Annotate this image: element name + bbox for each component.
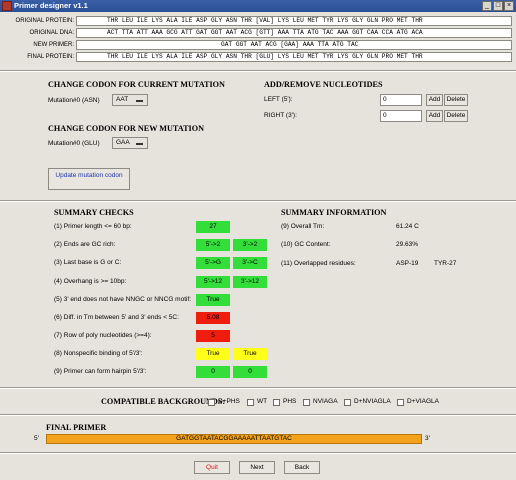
check-cell: 5'->12 (196, 276, 230, 288)
background-label: D+NVIAGLA (354, 398, 391, 405)
divider (0, 452, 516, 454)
original-dna-field[interactable]: ACT TTA ATT AAA GCG ATT GAT GGT AAT ACG … (76, 28, 512, 38)
check-cell: 5 (196, 330, 230, 342)
new-primer-label: NEW PRIMER: (33, 42, 74, 48)
check-cell: 3'->2 (233, 239, 267, 251)
new-primer-field[interactable]: GAT GGT AAT ACG [GAA] AAA TTA ATG TAC (76, 40, 512, 50)
final-protein-field[interactable]: THR LEU ILE LYS ALA ILE ASP GLY ASN THR … (76, 52, 512, 62)
next-button[interactable]: Next (239, 461, 275, 474)
right-delete-button[interactable]: Delete (444, 110, 468, 122)
left-nucleotides-input[interactable]: 0 (380, 94, 422, 106)
left-delete-button[interactable]: Delete (444, 94, 468, 106)
sequence-panel: ORIGINAL PROTEIN: THR LEU ILE LYS ALA IL… (0, 13, 516, 67)
minimize-button[interactable]: _ (482, 1, 492, 11)
dropdown-icon (136, 100, 143, 102)
info-value: 29.63% (396, 241, 419, 248)
current-mutation-label: Mutation#0 (ASN) (48, 97, 100, 104)
info-label: (10) GC Content: (281, 241, 331, 248)
check-cell: 5'->G (196, 257, 230, 269)
current-codon-value: AAT (116, 96, 129, 103)
info-value: ASP-19 (396, 260, 419, 267)
background-label: NVIAGA (313, 398, 338, 405)
right-add-button[interactable]: Add (426, 110, 443, 122)
original-protein-field[interactable]: THR LEU ILE LYS ALA ILE ASP GLY ASN THR … (76, 16, 512, 26)
background-label: D+PHS (218, 398, 240, 405)
final-protein-label: FINAL PROTEIN: (27, 54, 74, 60)
check-cell: 0 (233, 366, 267, 378)
nucleotides-heading: ADD/REMOVE NUCLEOTIDES (264, 80, 383, 89)
info-value: 61.24 C (396, 223, 419, 230)
divider (0, 414, 516, 416)
new-codon-select[interactable]: GAA (112, 137, 148, 149)
background-checkbox[interactable] (344, 399, 351, 406)
background-checkbox[interactable] (397, 399, 404, 406)
background-label: WT (257, 398, 268, 405)
app-icon (2, 1, 12, 11)
divider (0, 387, 516, 389)
background-checkbox[interactable] (273, 399, 280, 406)
update-mutation-codon-button[interactable]: Update mutation codon (48, 168, 130, 190)
maximize-button[interactable]: □ (493, 1, 503, 11)
final-primer-heading: FINAL PRIMER (46, 423, 107, 432)
check-cell: 3'->12 (233, 276, 267, 288)
current-codon-select[interactable]: AAT (112, 94, 148, 106)
check-label: (7) Row of poly nucleotides (>=4): (54, 332, 152, 339)
primer-five-prime-label: 5' (34, 435, 39, 442)
check-cell: True (233, 348, 267, 360)
divider (0, 70, 516, 72)
check-label: (3) Last base is G or C: (54, 259, 122, 266)
original-dna-label: ORIGINAL DNA: (29, 30, 74, 36)
new-mutation-label: Mutation#0 (GLU) (48, 140, 100, 147)
quit-button[interactable]: Quit (194, 461, 230, 474)
background-checkbox[interactable] (303, 399, 310, 406)
check-label: (8) Nonspecific binding of 5'/3': (54, 350, 143, 357)
new-mutation-heading: CHANGE CODON FOR NEW MUTATION (48, 124, 205, 133)
left-label: LEFT (5'): (264, 96, 293, 103)
check-label: (1) Primer length <= 60 bp: (54, 223, 132, 230)
check-label: (2) Ends are GC rich: (54, 241, 116, 248)
info-label: (9) Overall Tm: (281, 223, 325, 230)
summary-info-heading: SUMMARY INFORMATION (281, 208, 387, 217)
summary-checks-heading: SUMMARY CHECKS (54, 208, 134, 217)
divider (0, 200, 516, 202)
window-title: Primer designer v1.1 (14, 1, 88, 10)
info-label: (11) Overlapped residues: (281, 260, 356, 267)
check-cell: True (196, 348, 230, 360)
background-label: D+VIAGLA (407, 398, 439, 405)
left-add-button[interactable]: Add (426, 94, 443, 106)
check-cell: 5'->2 (196, 239, 230, 251)
right-label: RIGHT (3'): (264, 112, 297, 119)
original-protein-label: ORIGINAL PROTEIN: (15, 18, 74, 24)
check-cell: 3'->C (233, 257, 267, 269)
close-button[interactable]: × (504, 1, 514, 11)
info-extra: TYR-27 (434, 260, 457, 267)
primer-three-prime-label: 3' (425, 435, 430, 442)
check-label: (4) Overhang is >= 10bp: (54, 278, 127, 285)
final-primer-sequence: GATGGTAATACGGAAAAATTAATGTAC (46, 434, 422, 444)
new-codon-value: GAA (116, 139, 130, 146)
check-label: (9) Primer can form hairpin 5'/3': (54, 368, 147, 375)
background-checkbox[interactable] (247, 399, 254, 406)
backgrounds-heading: COMPATIBLE BACKGROUNDS: (101, 397, 226, 406)
background-label: PHS (283, 398, 297, 405)
right-nucleotides-input[interactable]: 0 (380, 110, 422, 122)
current-mutation-heading: CHANGE CODON FOR CURRENT MUTATION (48, 80, 225, 89)
dropdown-icon (136, 143, 143, 145)
title-bar: Primer designer v1.1 _ □ × (0, 0, 516, 12)
back-button[interactable]: Back (284, 461, 320, 474)
check-label: (6) Diff. in Tm between 5' and 3' ends <… (54, 314, 179, 321)
check-label: (5) 3' end does not have NNGC or NNCG mo… (54, 296, 192, 303)
check-cell: 5.08 (196, 312, 230, 324)
check-cell: 27 (196, 221, 230, 233)
background-checkbox[interactable] (208, 399, 215, 406)
check-cell: True (196, 294, 230, 306)
check-cell: 0 (196, 366, 230, 378)
